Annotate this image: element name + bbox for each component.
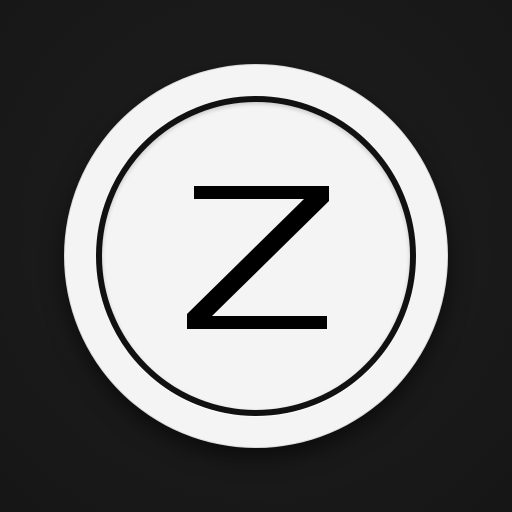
z-letter-icon [187, 186, 329, 329]
z-letter-shape [187, 186, 329, 329]
app-icon-canvas [0, 0, 512, 512]
